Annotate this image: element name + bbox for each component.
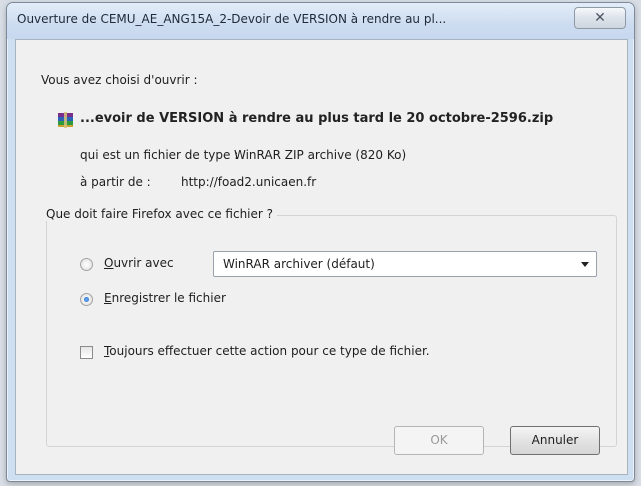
window-title: Ouverture de CEMU_AE_ANG15A_2-Devoir de … (17, 12, 447, 26)
intro-text: Vous avez choisi d'ouvrir : (41, 73, 198, 87)
winrar-archive-icon (58, 112, 73, 128)
file-type-label: qui est un fichier de type : (80, 148, 239, 162)
source-url: http://foad2.unicaen.fr (181, 175, 317, 189)
open-with-select-value: WinRAR archiver (défaut) (223, 257, 375, 271)
dialog-content: Vous avez choisi d'ouvrir : ...evoir de … (15, 39, 628, 475)
action-groupbox (46, 215, 617, 447)
open-with-label[interactable]: Ouvrir avec (104, 256, 174, 270)
always-do-this-checkbox[interactable] (80, 346, 93, 359)
close-icon: ✕ (594, 10, 606, 26)
open-with-radio[interactable] (80, 258, 93, 271)
file-type-value: WinRAR ZIP archive (820 Ko) (234, 148, 407, 162)
save-file-radio[interactable] (80, 293, 93, 306)
open-with-select[interactable]: WinRAR archiver (défaut) (213, 251, 597, 277)
file-name: ...evoir de VERSION à rendre au plus tar… (80, 111, 554, 126)
ok-button[interactable]: OK (394, 426, 484, 455)
close-button[interactable]: ✕ (574, 7, 626, 29)
firefox-download-dialog: Ouverture de CEMU_AE_ANG15A_2-Devoir de … (6, 2, 635, 482)
always-do-this-label[interactable]: Toujours effectuer cette action pour ce … (104, 344, 430, 358)
save-file-label[interactable]: Enregistrer le fichier (104, 291, 226, 305)
chevron-down-icon (581, 262, 589, 267)
cancel-button[interactable]: Annuler (510, 426, 600, 455)
title-bar[interactable]: Ouverture de CEMU_AE_ANG15A_2-Devoir de … (7, 3, 634, 39)
action-group-title: Que doit faire Firefox avec ce fichier ? (42, 207, 278, 221)
source-label: à partir de : (80, 175, 151, 189)
